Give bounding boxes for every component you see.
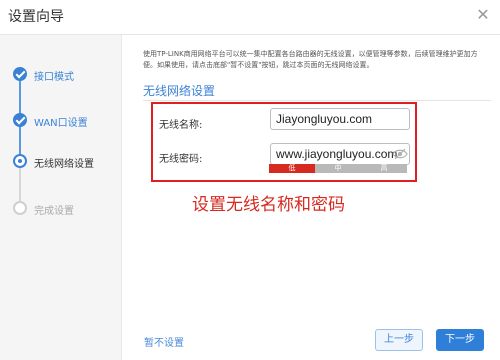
window-title: 设置向导 [8, 9, 64, 25]
step-interface-mode: 接口模式 [0, 63, 121, 87]
strength-strong: 高 [361, 164, 407, 173]
strength-medium: 中 [315, 164, 361, 173]
skip-link[interactable]: 暂不设置 [144, 334, 184, 349]
current-step-icon [13, 154, 27, 168]
step-finish: 完成设置 [0, 197, 121, 221]
ssid-label: 无线名称: [159, 120, 203, 131]
step-label: WAN口设置 [34, 118, 88, 129]
annotation-text: 设置无线名称和密码 [192, 195, 345, 215]
step-label: 完成设置 [34, 206, 74, 217]
step-wireless-settings: 无线网络设置 [0, 150, 121, 174]
step-label: 接口模式 [34, 72, 74, 83]
ssid-input[interactable]: Jiayongluyou.com [270, 108, 410, 130]
next-button[interactable]: 下一步 [436, 329, 484, 351]
pending-step-icon [13, 201, 27, 215]
step-label: 无线网络设置 [34, 159, 94, 170]
step-wan-settings: WAN口设置 [0, 109, 121, 133]
check-icon [13, 113, 27, 127]
close-icon[interactable]: ✕ [474, 6, 492, 24]
strength-weak: 低 [269, 164, 315, 173]
main-content: 使用TP-LINK商用网络平台可以统一集中配置各台路由器的无线设置，以便管理等参… [122, 35, 500, 360]
password-label: 无线密码: [159, 154, 203, 165]
check-icon [13, 67, 27, 81]
eye-icon[interactable] [392, 148, 408, 160]
section-divider [143, 100, 491, 101]
description-text: 使用TP-LINK商用网络平台可以统一集中配置各台路由器的无线设置，以便管理等参… [143, 50, 478, 69]
prev-button[interactable]: 上一步 [375, 329, 423, 351]
password-input[interactable]: www.jiayongluyou.com [270, 143, 410, 165]
section-title: 无线网络设置 [143, 84, 216, 98]
password-strength-meter: 低 中 高 [269, 164, 407, 173]
title-bar: 设置向导 ✕ [0, 0, 500, 35]
